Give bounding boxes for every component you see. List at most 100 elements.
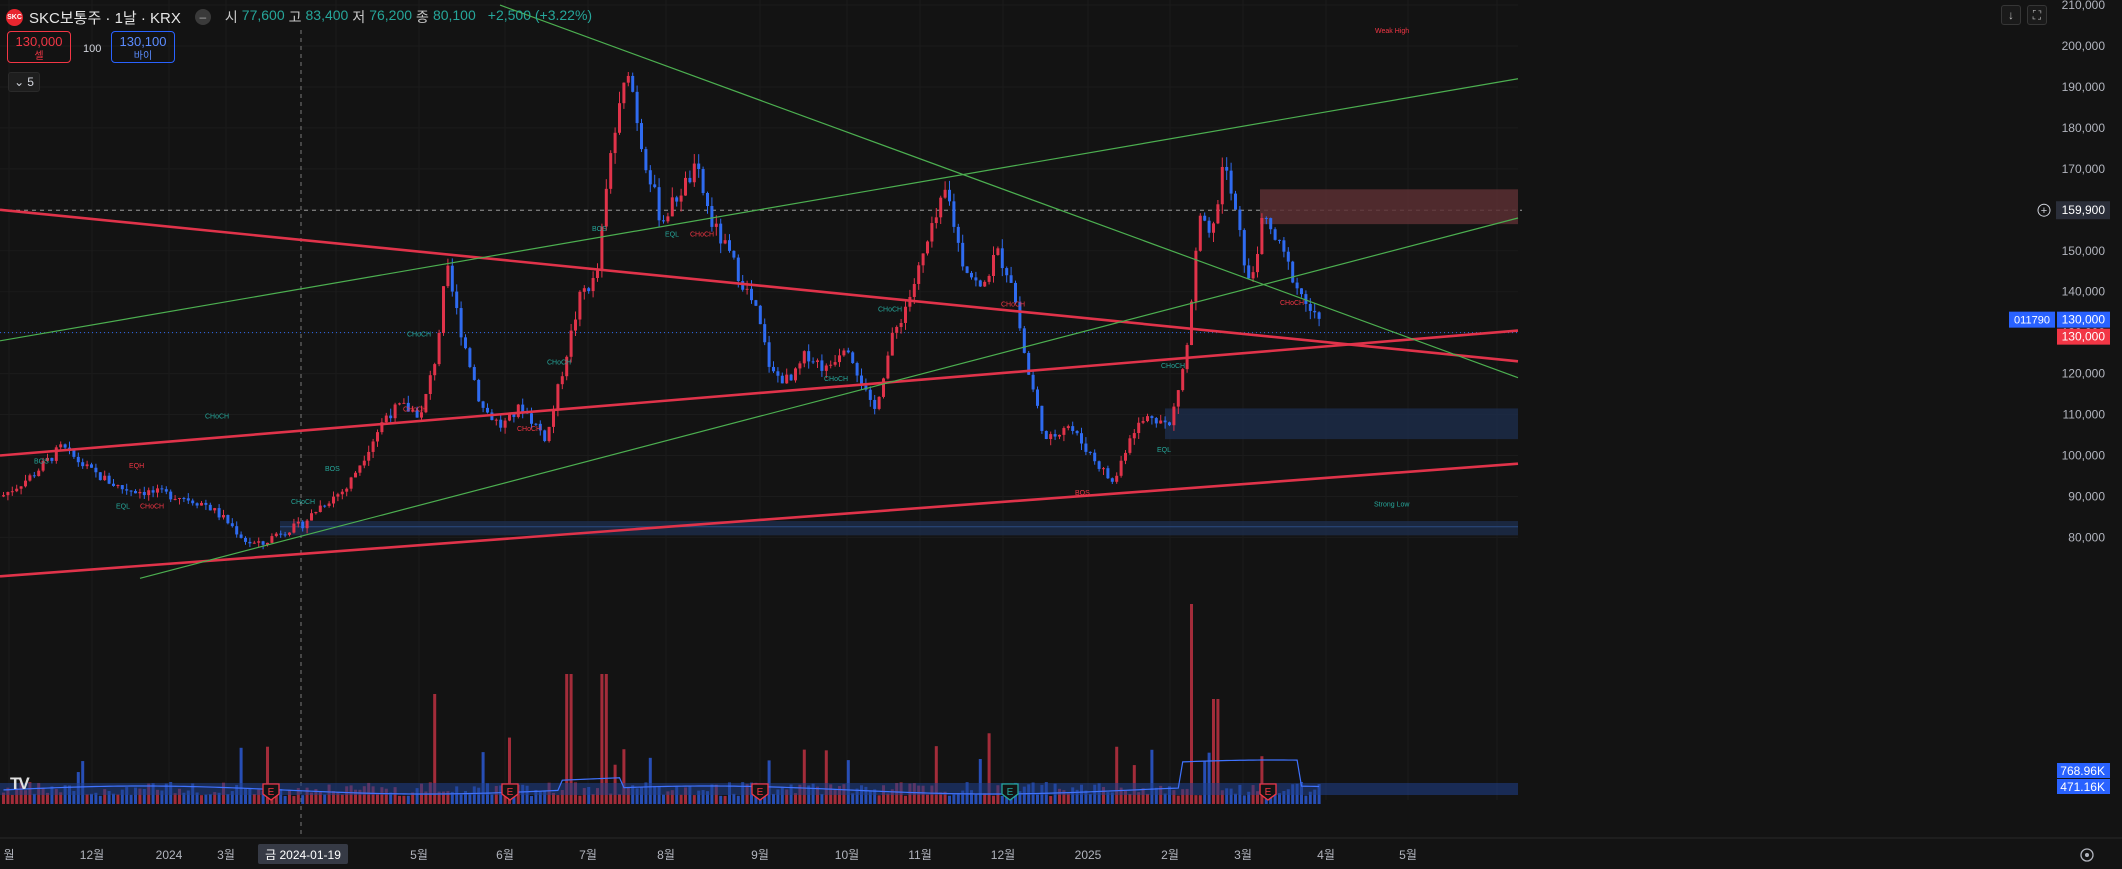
candle-body-281 [1238,209,1242,231]
candle-body-101 [446,265,450,287]
close-label: 종 [416,9,429,25]
volume-bar-138 [609,793,613,804]
candle-body-191 [842,350,846,356]
price-chart[interactable]: BOS EQH EQL CHoCH CHoCH CHoCH BOS CHoCH CHoCH CHo… [0,0,2122,869]
volume-bar-26 [116,794,120,804]
candle-body-17 [76,456,80,463]
volume-bar-273 [1203,760,1207,804]
buy-button[interactable]: 130,100 바이 [111,31,175,63]
candle-body-124 [547,426,551,442]
candle-body-264 [1163,420,1167,423]
candle-body-44 [195,503,199,506]
candle-body-5 [24,480,27,487]
candle-body-278 [1225,166,1229,171]
fullscreen-icon[interactable]: ⛶ [2027,5,2047,25]
candle-body-179 [789,374,793,381]
candle-body-238 [1049,434,1053,440]
candle-body-176 [776,371,780,376]
time-tick-10: 10월 [835,848,859,862]
candle-body-43 [191,500,195,504]
candle-body-106 [468,348,472,368]
time-tick-8: 8월 [657,848,675,862]
annotation-2: EQL [116,504,130,511]
candle-body-279 [1229,170,1233,194]
candle-body-59 [261,541,265,545]
indicators-collapse-button[interactable]: ⌄ 5 [8,72,40,92]
sell-label: 셀 [34,51,44,62]
candle-body-235 [1036,389,1039,406]
candle-body-239 [1053,434,1057,437]
candle-body-200 [882,378,885,397]
candle-body-274 [1207,220,1211,233]
candle-body-90 [398,403,401,405]
candle-body-26 [116,485,120,487]
volume-bar-182 [802,749,806,804]
candle-body-261 [1150,416,1154,419]
candle-body-270 [1190,301,1193,346]
sell-button[interactable]: 130,000 셀 [7,31,71,63]
candle-body-275 [1212,223,1215,233]
candle-body-242 [1066,426,1070,429]
candle-body-147 [648,170,652,185]
candle-body-289 [1273,229,1277,240]
candle-body-249 [1097,461,1101,469]
candle-body-31 [138,491,142,494]
candle-body-134 [591,278,595,292]
download-icon[interactable]: ↓ [2001,5,2021,25]
current-price-red-label: 130,000 [2062,330,2106,344]
candle-body-228 [1005,268,1009,276]
symbol-title[interactable]: SKC보통주 · 1날 · KRX [29,7,181,28]
price-axis[interactable]: 80,000 90,000 100,000 110,000 120,000 130,000… [1522,0,2122,869]
candle-body-121 [534,423,538,425]
time-tick-16: 4월 [1317,848,1335,862]
volume-bar-164 [723,795,727,804]
candle-body-175 [772,366,775,372]
candle-body-24 [107,475,111,484]
candle-body-133 [587,288,591,292]
candle-body-288 [1269,218,1273,230]
candle-body-2 [10,491,14,493]
candle-body-208 [917,265,921,284]
candle-body-166 [732,250,736,258]
candle-body-297 [1308,303,1312,311]
candle-body-178 [785,374,789,384]
candle-body-189 [833,362,837,365]
candle-body-232 [1022,328,1026,353]
price-tick-12: 200,000 [2062,39,2106,53]
candle-body-1 [6,492,10,496]
quantity-value[interactable]: 100 [83,43,101,55]
candle-body-104 [459,308,463,338]
candle-body-224 [987,275,991,282]
annotation-21: Weak High [1375,28,1409,35]
time-axis[interactable]: 월12월20243월4월5월6월7월8월9월10월11월12월20252월3월4… [0,837,2122,869]
candle-body-172 [758,305,762,325]
candle-body-48 [213,508,217,511]
candle-body-126 [556,384,560,411]
candle-body-170 [750,288,753,301]
candle-body-185 [816,360,819,362]
candle-body-29 [129,490,133,492]
volume-bar-141 [622,749,626,804]
candle-body-199 [877,396,881,409]
candle-body-56 [248,541,252,544]
candle-body-107 [472,367,476,380]
volume-bar-163 [719,795,723,804]
volume-bar-282 [1242,795,1246,804]
eye-icon[interactable]: – [194,9,211,25]
current-price-blue-label: 130,000 [2062,313,2106,327]
candle-body-117 [516,404,520,417]
candle-body-250 [1102,468,1105,470]
zone-2 [280,521,1518,536]
volume-bar-134 [591,794,595,804]
candle-body-19 [85,464,89,467]
candle-body-150 [662,220,665,222]
candle-body-6 [28,475,32,481]
annotation-16: CHoCH [1001,301,1025,308]
candle-body-198 [873,399,877,409]
volume-bar-68 [301,795,305,804]
candle-body-18 [81,462,85,467]
candle-body-127 [560,376,564,385]
annotation-15: CHoCH [878,306,902,313]
candle-body-57 [252,542,256,544]
candle-body-163 [719,223,723,244]
